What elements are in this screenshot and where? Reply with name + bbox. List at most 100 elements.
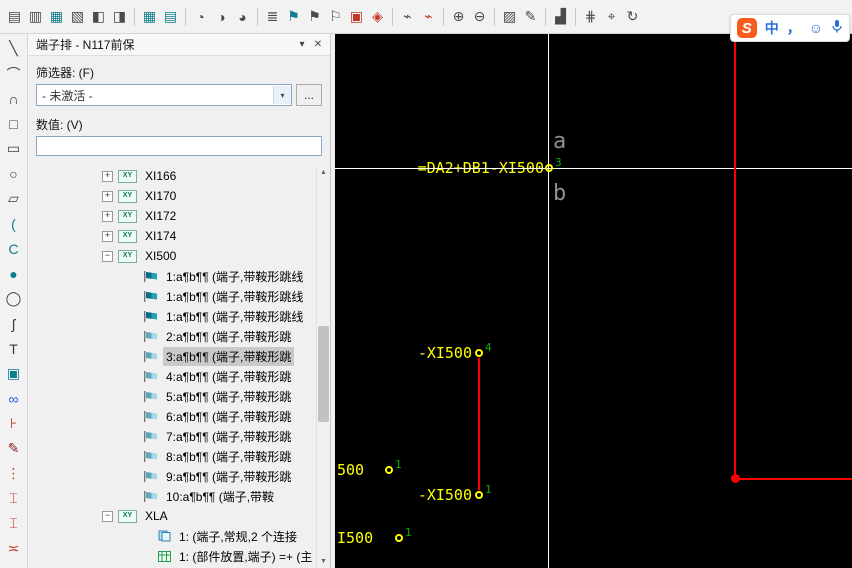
tree-item-terminal[interactable]: 1:a¶b¶¶ (端子,带鞍形跳线 — [28, 266, 317, 286]
line-tool-icon[interactable]: ╲ — [1, 36, 27, 61]
clock-icon-2[interactable]: ◑ — [211, 6, 232, 27]
import-icon[interactable]: ◨ — [109, 6, 130, 27]
panel-titlebar[interactable]: 端子排 - N117前保 ▾ ✕ — [28, 34, 330, 56]
device-tag-label[interactable]: -XI500 — [418, 344, 472, 362]
tree-item-terminal[interactable]: 9:a¶b¶¶ (端子,带鞍形跳 — [28, 466, 317, 486]
polygon-tool-icon[interactable]: ▱ — [1, 186, 27, 211]
chinese-mode-icon[interactable]: 中 — [765, 18, 779, 38]
expander-icon[interactable]: + — [102, 191, 113, 202]
expander-icon[interactable]: + — [102, 211, 113, 222]
list-icon[interactable]: ≣ — [262, 6, 283, 27]
export-icon[interactable]: ◧ — [88, 6, 109, 27]
insert-connection-point-icon[interactable]: ⊕ — [448, 6, 469, 27]
punctuation-icon[interactable]: ， — [787, 18, 801, 38]
scrollbar-thumb[interactable] — [318, 326, 329, 422]
wire-vertical-left[interactable] — [478, 358, 480, 490]
expander-icon[interactable]: − — [102, 511, 113, 522]
chevron-down-icon[interactable]: ▾ — [273, 86, 291, 104]
chart-icon[interactable]: ▟ — [550, 6, 571, 27]
rectangle-tool-icon[interactable]: □ — [1, 111, 27, 136]
tree-item-xi500[interactable]: − XY XI500 — [28, 246, 317, 266]
remove-connection-point-icon[interactable]: ⊖ — [469, 6, 490, 27]
tree-item-xla[interactable]: − XY XLA — [28, 506, 317, 526]
page-navigator-icon[interactable]: ▦ — [46, 6, 67, 27]
port-label-a[interactable]: a — [553, 130, 566, 154]
port-label-b[interactable]: b — [553, 182, 566, 206]
terminal-node[interactable] — [395, 534, 403, 542]
scroll-up-icon[interactable]: ▲ — [317, 166, 330, 179]
tree-item-terminal[interactable]: 2:a¶b¶¶ (端子,带鞍形跳 — [28, 326, 317, 346]
schematic-canvas[interactable]: =DA2+DB1-XI500 a b -XI500 500 -XI500 I50… — [335, 34, 852, 568]
tree-scrollbar[interactable]: ▲ ▼ — [316, 166, 330, 568]
mic-icon[interactable] — [831, 19, 843, 37]
wire-horizontal-right[interactable] — [735, 478, 852, 480]
tree-item-terminal[interactable]: 10:a¶b¶¶ (端子,带鞍 — [28, 486, 317, 506]
tree-item-terminal-general[interactable]: 1: (端子,常规,2 个连接 — [28, 526, 317, 546]
tree-item-terminal-selected[interactable]: 3:a¶b¶¶ (端子,带鞍形跳 — [28, 346, 317, 366]
new-page-icon[interactable]: ▤ — [4, 6, 25, 27]
sogou-logo-icon[interactable]: S — [737, 18, 757, 38]
device-tag-label[interactable]: -XI500 — [418, 486, 472, 504]
freehand-icon[interactable]: ✎ — [520, 6, 541, 27]
connection-icon[interactable]: ⌁ — [397, 6, 418, 27]
panel-menu-button[interactable]: ▾ — [294, 37, 310, 53]
pair-tool-icon[interactable]: ≍ — [1, 536, 27, 561]
terminal-node[interactable] — [545, 164, 553, 172]
rectangle-2point-tool-icon[interactable]: ▭ — [1, 136, 27, 161]
tree-item-terminal[interactable]: 6:a¶b¶¶ (端子,带鞍形跳 — [28, 406, 317, 426]
terminal-node[interactable] — [385, 466, 393, 474]
align-icon[interactable]: ⋕ — [580, 6, 601, 27]
terminal-node[interactable] — [475, 349, 483, 357]
tree-item-xi174[interactable]: + XY XI174 — [28, 226, 317, 246]
plug-tool-icon[interactable]: ⌶ — [1, 511, 27, 536]
expander-icon[interactable]: + — [102, 171, 113, 182]
terminal-tool-icon[interactable]: ⊦ — [1, 411, 27, 436]
pen-tool-icon[interactable]: ✎ — [1, 436, 27, 461]
panel-close-button[interactable]: ✕ — [310, 37, 326, 53]
expander-icon[interactable]: − — [102, 251, 113, 262]
filter-browse-button[interactable]: ... — [296, 84, 322, 106]
hatch-icon[interactable]: ▨ — [499, 6, 520, 27]
circle-tool-icon[interactable]: ○ — [1, 161, 27, 186]
page-properties-icon[interactable]: ▥ — [25, 6, 46, 27]
expander-icon[interactable]: + — [102, 231, 113, 242]
tree-item-xi172[interactable]: + XY XI172 — [28, 206, 317, 226]
rotate-icon[interactable]: ↻ — [622, 6, 643, 27]
tree-item-terminal[interactable]: 7:a¶b¶¶ (端子,带鞍形跳 — [28, 426, 317, 446]
scroll-down-icon[interactable]: ▼ — [317, 555, 330, 568]
terminal-navigator-icon[interactable]: ▤ — [160, 6, 181, 27]
terminal-strip-tool-icon[interactable]: ⌶ — [1, 486, 27, 511]
emoji-icon[interactable]: ☺ — [809, 20, 823, 36]
potential-icon[interactable]: ⌁ — [418, 6, 439, 27]
arc-tool-icon[interactable]: ⌒ — [1, 61, 27, 86]
insert-pin-icon[interactable]: ⚐ — [325, 6, 346, 27]
wire-junction-dot[interactable] — [731, 474, 740, 483]
image-tool-icon[interactable]: ▣ — [1, 361, 27, 386]
sector-tool-icon[interactable]: ● — [1, 261, 27, 286]
symbol-box-icon[interactable]: ▣ — [346, 6, 367, 27]
value-input[interactable] — [36, 136, 322, 156]
tree-item-terminal[interactable]: 5:a¶b¶¶ (端子,带鞍形跳 — [28, 386, 317, 406]
text-tool-icon[interactable]: T — [1, 336, 27, 361]
macro-box-icon[interactable]: ◈ — [367, 6, 388, 27]
clock-icon-1[interactable]: ◔ — [190, 6, 211, 27]
tree-item-terminal[interactable]: 1:a¶b¶¶ (端子,带鞍形跳线 — [28, 306, 317, 326]
curve-tool-icon[interactable]: C — [1, 236, 27, 261]
tree-item-xi166[interactable]: + XY XI166 — [28, 166, 317, 186]
insert-terminal-icon[interactable]: ⚑ — [283, 6, 304, 27]
connection-dots-tool-icon[interactable]: ⋮ — [1, 461, 27, 486]
device-tag-label-clipped[interactable]: 500 — [337, 461, 364, 479]
arc-segment-tool-icon[interactable]: ( — [1, 211, 27, 236]
tree-item-terminal[interactable]: 4:a¶b¶¶ (端子,带鞍形跳 — [28, 366, 317, 386]
insert-plug-icon[interactable]: ⚑ — [304, 6, 325, 27]
hyperlink-tool-icon[interactable]: ∞ — [1, 386, 27, 411]
target-icon[interactable]: ⌖ — [601, 6, 622, 27]
tree-item-terminal[interactable]: 8:a¶b¶¶ (端子,带鞍形跳 — [28, 446, 317, 466]
wire-vertical-right[interactable] — [734, 34, 736, 479]
tree-item-part-placement[interactable]: 1: (部件放置,端子) =+ (主 — [28, 546, 317, 566]
device-navigator-icon[interactable]: ▦ — [139, 6, 160, 27]
spline-tool-icon[interactable]: ʃ — [1, 311, 27, 336]
filter-combobox[interactable]: - 未激活 - ▾ — [36, 84, 292, 106]
tree-item-terminal[interactable]: 1:a¶b¶¶ (端子,带鞍形跳线 — [28, 286, 317, 306]
terminal-node[interactable] — [475, 491, 483, 499]
